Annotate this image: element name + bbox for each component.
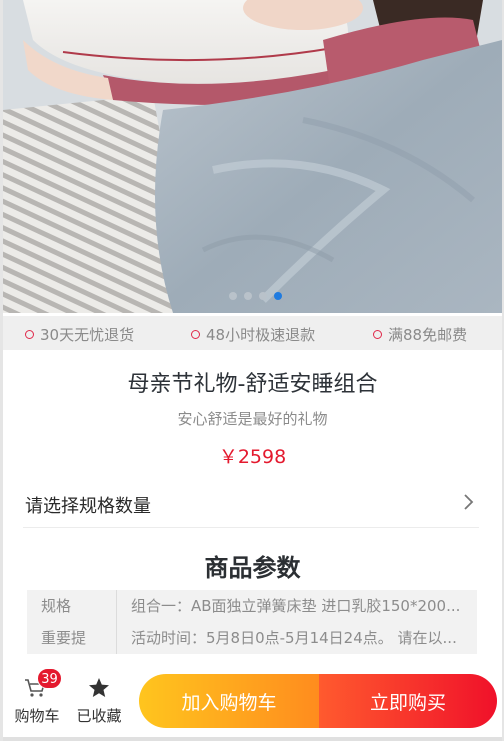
product-title: 母亲节礼物-舒适安睡组合 [127,372,378,397]
product-price: ￥2598 [218,446,287,468]
carousel-dot[interactable] [274,292,282,300]
star-icon [89,678,109,697]
bullet-icon [373,330,382,339]
service-label: 30天无忧退货 [40,326,135,344]
service-label: 满88免邮费 [388,326,468,344]
table-row: 重要提 活动时间：5月8日0点-5月14日24点。 请在以... [27,622,477,654]
favorite-label: 已收藏 [76,707,122,725]
carousel-dot[interactable] [229,292,237,300]
param-key: 规格 [27,590,117,622]
buy-now-button[interactable]: 立即购买 [319,674,497,728]
params-heading: 商品参数 [204,554,301,582]
cart-button[interactable]: 39 购物车 [9,668,65,734]
add-to-cart-button[interactable]: 加入购物车 [139,674,319,728]
table-row: 规格 组合一：AB面独立弹簧床垫 进口乳胶150*200... [27,590,477,622]
product-photo [3,0,502,313]
service-item-shipping: 满88免邮费 [373,324,467,345]
service-item-returns: 30天无忧退货 [25,324,134,345]
spec-quantity-selector[interactable]: 请选择规格数量 [23,488,479,528]
bullet-icon [191,330,200,339]
favorite-button[interactable]: 已收藏 [69,672,129,734]
product-image-carousel[interactable] [3,0,502,313]
param-value: 组合一：AB面独立弹簧床垫 进口乳胶150*200... [131,597,461,615]
chevron-right-icon [464,494,474,510]
service-guarantee-bar: 30天无忧退货 48小时极速退款 满88免邮费 [3,316,502,350]
carousel-dot[interactable] [244,292,252,300]
params-table: 规格 组合一：AB面独立弹簧床垫 进口乳胶150*200... 重要提 活动时间… [27,590,477,654]
param-key: 重要提 [27,622,117,654]
service-item-refund: 48小时极速退款 [191,324,315,345]
product-subtitle: 安心舒适是最好的礼物 [177,410,328,428]
carousel-dot[interactable] [259,292,267,300]
carousel-indicator[interactable] [3,292,502,300]
bottom-action-bar: 39 购物车 已收藏 加入购物车 立即购买 [3,660,502,741]
product-detail-page: 30天无忧退货 48小时极速退款 满88免邮费 母亲节礼物-舒适安睡组合 安心舒… [3,0,502,741]
cart-count-badge: 39 [37,668,62,689]
service-label: 48小时极速退款 [206,326,316,344]
cart-label: 购物车 [14,707,60,725]
spec-selector-label: 请选择规格数量 [25,496,151,517]
divider [3,737,502,741]
bullet-icon [25,330,34,339]
param-value: 活动时间：5月8日0点-5月14日24点。 请在以... [131,629,457,647]
